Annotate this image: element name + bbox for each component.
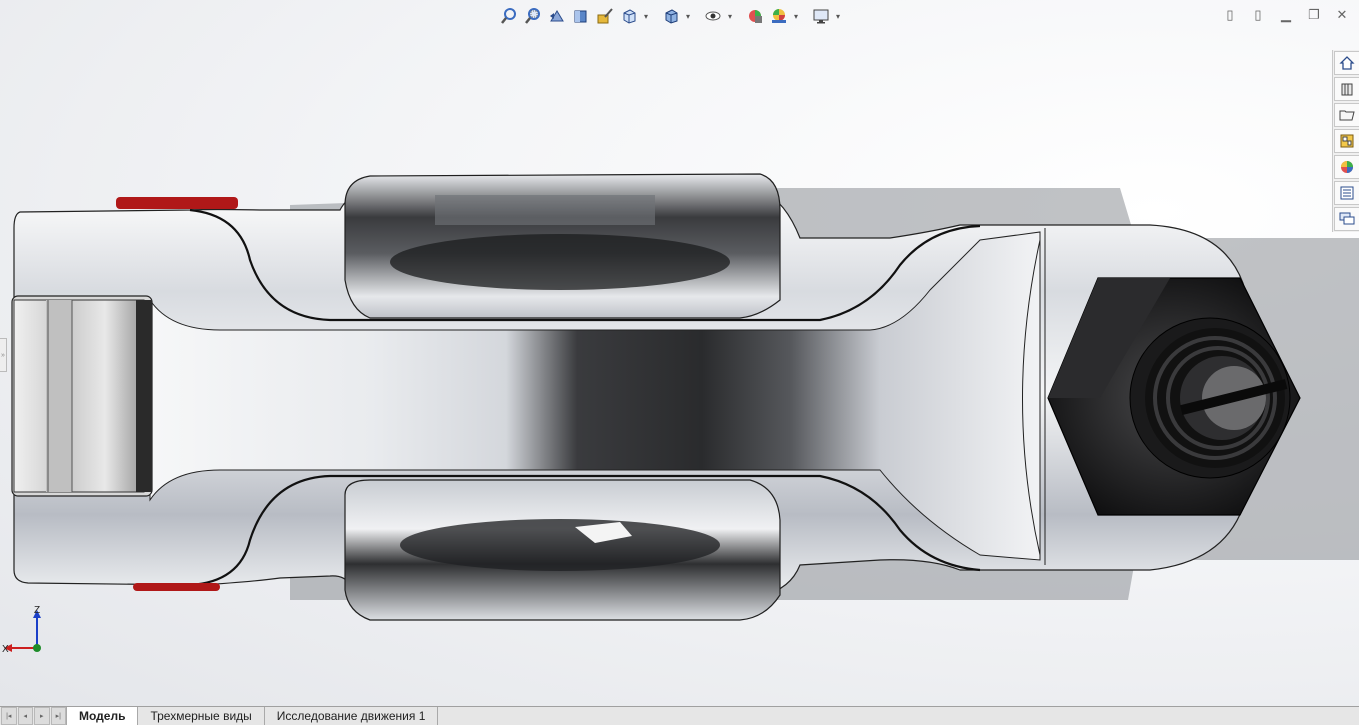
graphics-area[interactable]: ▾ ▾ ▾ ▾ ▾ ▯ ▯ ▁ ❐ ✕ » Z X bbox=[0, 0, 1359, 706]
triad-z-label: Z bbox=[34, 605, 40, 616]
heads-up-view-toolbar: ▾ ▾ ▾ ▾ ▾ bbox=[498, 4, 842, 28]
view-settings-dropdown-icon[interactable]: ▾ bbox=[834, 5, 842, 27]
apply-scene-icon[interactable] bbox=[768, 5, 790, 27]
dynamic-annotation-icon[interactable] bbox=[594, 5, 616, 27]
tile-left-icon[interactable]: ▯ bbox=[1221, 6, 1239, 24]
reference-triad: Z X bbox=[2, 605, 41, 655]
tile-right-icon[interactable]: ▯ bbox=[1249, 6, 1267, 24]
red-washer-bottom bbox=[133, 583, 220, 591]
view-orientation-icon[interactable] bbox=[618, 5, 640, 27]
next-tab-icon[interactable]: ▸ bbox=[34, 707, 50, 725]
triad-x-label: X bbox=[2, 644, 9, 655]
custom-properties-icon[interactable] bbox=[1334, 181, 1359, 205]
view-orientation-dropdown-icon[interactable]: ▾ bbox=[642, 5, 650, 27]
display-style-icon[interactable] bbox=[660, 5, 682, 27]
tab-3d-views[interactable]: Трехмерные виды bbox=[138, 707, 265, 725]
zoom-to-fit-icon[interactable] bbox=[498, 5, 520, 27]
model-3d-view[interactable] bbox=[0, 0, 1359, 706]
view-settings-icon[interactable] bbox=[810, 5, 832, 27]
restore-icon[interactable]: ❐ bbox=[1305, 6, 1323, 24]
upper-spoke-shadow bbox=[390, 234, 730, 290]
upper-spoke-highlight bbox=[435, 195, 655, 225]
first-tab-icon[interactable]: |◂ bbox=[1, 707, 17, 725]
view-palette-icon[interactable] bbox=[1334, 129, 1359, 153]
zoom-to-area-icon[interactable] bbox=[522, 5, 544, 27]
previous-view-icon[interactable] bbox=[546, 5, 568, 27]
hide-show-dropdown-icon[interactable]: ▾ bbox=[726, 5, 734, 27]
solidworks-resources-icon[interactable] bbox=[1334, 51, 1359, 75]
minimize-icon[interactable]: ▁ bbox=[1277, 6, 1295, 24]
lower-spoke-shadow bbox=[400, 519, 720, 571]
tab-model[interactable]: Модель bbox=[66, 707, 139, 725]
prev-tab-icon[interactable]: ◂ bbox=[17, 707, 33, 725]
close-icon[interactable]: ✕ bbox=[1333, 6, 1351, 24]
edit-appearance-icon[interactable] bbox=[744, 5, 766, 27]
tab-scroll-arrows: |◂ ◂ ▸ ▸| bbox=[0, 707, 66, 725]
appearances-scenes-decals-icon[interactable] bbox=[1334, 155, 1359, 179]
section-view-icon[interactable] bbox=[570, 5, 592, 27]
file-explorer-icon[interactable] bbox=[1334, 103, 1359, 127]
design-library-icon[interactable] bbox=[1334, 77, 1359, 101]
red-washer-top bbox=[116, 197, 238, 209]
window-controls: ▯ ▯ ▁ ❐ ✕ bbox=[1221, 6, 1351, 24]
apply-scene-dropdown-icon[interactable]: ▾ bbox=[792, 5, 800, 27]
solidworks-forum-icon[interactable] bbox=[1334, 207, 1359, 231]
tab-motion-study[interactable]: Исследование движения 1 bbox=[264, 707, 439, 725]
task-pane bbox=[1332, 50, 1359, 232]
display-style-dropdown-icon[interactable]: ▾ bbox=[684, 5, 692, 27]
feature-manager-collapse-handle[interactable]: » bbox=[0, 338, 7, 372]
hide-show-items-icon[interactable] bbox=[702, 5, 724, 27]
pin-band bbox=[46, 300, 72, 492]
last-tab-icon[interactable]: ▸| bbox=[50, 707, 66, 725]
bottom-tab-bar: |◂ ◂ ▸ ▸| Модель Трехмерные виды Исследо… bbox=[0, 706, 1359, 725]
pin-end-shadow bbox=[136, 300, 152, 492]
pin bbox=[13, 299, 145, 493]
